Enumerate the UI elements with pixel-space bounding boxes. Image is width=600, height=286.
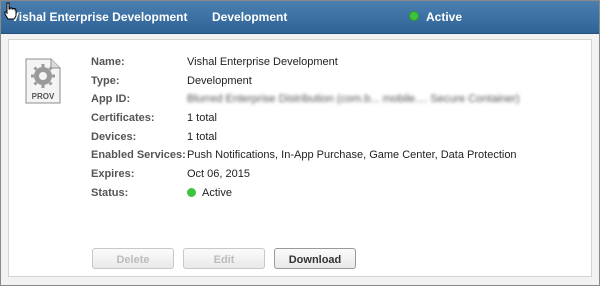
detail-app-id-value: Blurred Enterprise Distribution (com.b..… — [187, 93, 520, 106]
detail-services-value: Push Notifications, In-App Purchase, Gam… — [187, 149, 517, 162]
detail-type-value: Development — [187, 74, 252, 87]
detail-name-label: Name: — [91, 56, 125, 68]
download-button[interactable]: Download — [274, 248, 356, 269]
detail-app-id-label: App ID: — [91, 93, 131, 106]
profile-header-row[interactable]: Vishal Enterprise Development Developmen… — [1, 1, 599, 34]
profile-window: Vishal Enterprise Development Developmen… — [0, 0, 600, 286]
detail-type-label: Type: — [91, 74, 120, 87]
delete-button[interactable]: Delete — [92, 248, 174, 269]
detail-certificates-value: 1 total — [187, 112, 217, 125]
detail-devices-label: Devices: — [91, 130, 137, 143]
detail-certificates-label: Certificates: — [91, 112, 155, 125]
edit-button[interactable]: Edit — [183, 248, 265, 269]
detail-status-value-wrap: Active — [187, 187, 232, 199]
detail-status-label: Status: — [91, 186, 129, 199]
detail-expires-value: Oct 06, 2015 — [187, 168, 250, 181]
header-profile-type: Development — [212, 10, 288, 24]
detail-name-value: Vishal Enterprise Development — [187, 56, 338, 68]
detail-status-value: Active — [202, 186, 232, 199]
hand-cursor-icon — [4, 2, 17, 20]
profile-details-panel: PROV Name: Vishal Enterprise Development… — [8, 39, 592, 277]
detail-expires-label: Expires: — [91, 168, 135, 181]
prov-icon-label: PROV — [32, 92, 55, 101]
provisioning-profile-icon: PROV — [25, 58, 61, 104]
detail-services-label: Enabled Services: — [91, 149, 186, 162]
header-status-dot-icon — [409, 11, 419, 21]
header-status: Active — [426, 10, 463, 24]
header-profile-name: Vishal Enterprise Development — [11, 10, 188, 24]
active-status-dot-icon — [187, 187, 196, 197]
detail-devices-value: 1 total — [187, 130, 217, 143]
